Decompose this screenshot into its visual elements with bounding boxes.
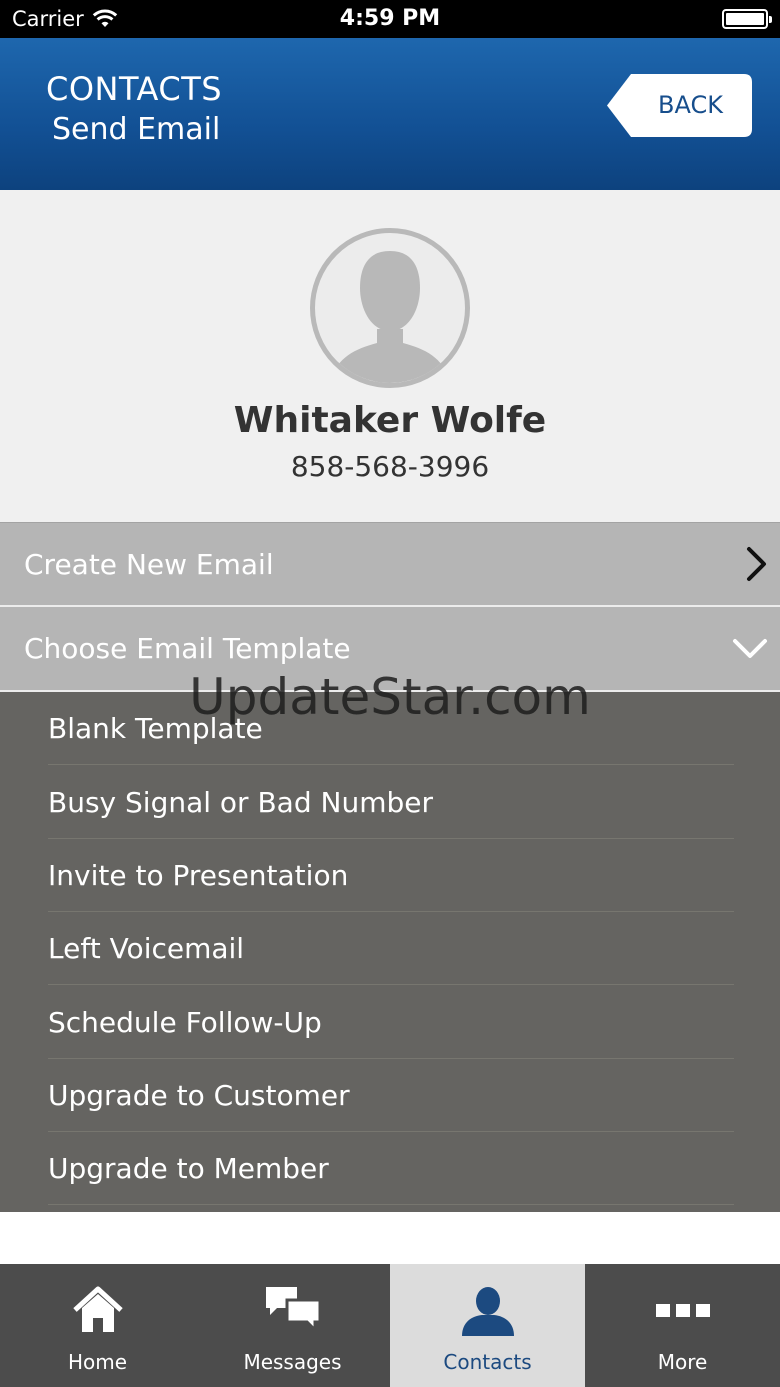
header-title-block: CONTACTS Send Email [46,70,222,147]
contact-name: Whitaker Wolfe [233,400,547,441]
template-item-invite-presentation[interactable]: Invite to Presentation [48,839,734,912]
contacts-icon [461,1287,514,1336]
battery-icon [722,9,772,29]
avatar [310,228,470,388]
more-icon [655,1304,710,1317]
create-new-email-label: Create New Email [24,547,274,581]
template-item-blank[interactable]: Blank Template [48,692,734,765]
template-item-busy-signal[interactable]: Busy Signal or Bad Number [48,766,734,839]
contact-profile: Whitaker Wolfe 858-568-3996 [0,190,780,522]
page-title: CONTACTS [46,70,223,108]
tab-bar: Home Messages Contacts More [0,1264,780,1387]
status-bar: Carrier 4:59 PM [0,0,780,38]
page-subtitle: Send Email [52,112,221,147]
chevron-right-icon [747,547,766,581]
tab-contacts-label: Contacts [443,1350,532,1374]
template-item-upgrade-member[interactable]: Upgrade to Member [48,1132,734,1205]
template-item-left-voicemail[interactable]: Left Voicemail [48,912,734,985]
chevron-down-icon [733,638,767,658]
tab-contacts[interactable]: Contacts [390,1264,585,1387]
back-button[interactable]: BACK [607,74,752,137]
email-template-list: Blank Template Busy Signal or Bad Number… [0,692,780,1212]
tab-messages-label: Messages [243,1350,342,1374]
contact-phone: 858-568-3996 [290,450,490,483]
tab-home-label: Home [67,1350,128,1374]
tab-more[interactable]: More [585,1264,780,1387]
tab-more-label: More [657,1350,708,1374]
template-item-schedule-follow-up[interactable]: Schedule Follow-Up [48,986,734,1059]
back-button-label: BACK [658,91,723,119]
messages-icon [265,1287,321,1332]
tab-home[interactable]: Home [0,1264,195,1387]
status-time: 4:59 PM [339,6,441,31]
person-silhouette-icon [329,251,451,383]
create-new-email-row[interactable]: Create New Email [0,522,780,605]
choose-email-template-label: Choose Email Template [24,632,351,665]
choose-email-template-row[interactable]: Choose Email Template [0,607,780,690]
template-item-upgrade-customer[interactable]: Upgrade to Customer [48,1059,734,1132]
home-icon [72,1286,123,1332]
app-header: CONTACTS Send Email BACK [0,38,780,190]
tab-messages[interactable]: Messages [195,1264,390,1387]
